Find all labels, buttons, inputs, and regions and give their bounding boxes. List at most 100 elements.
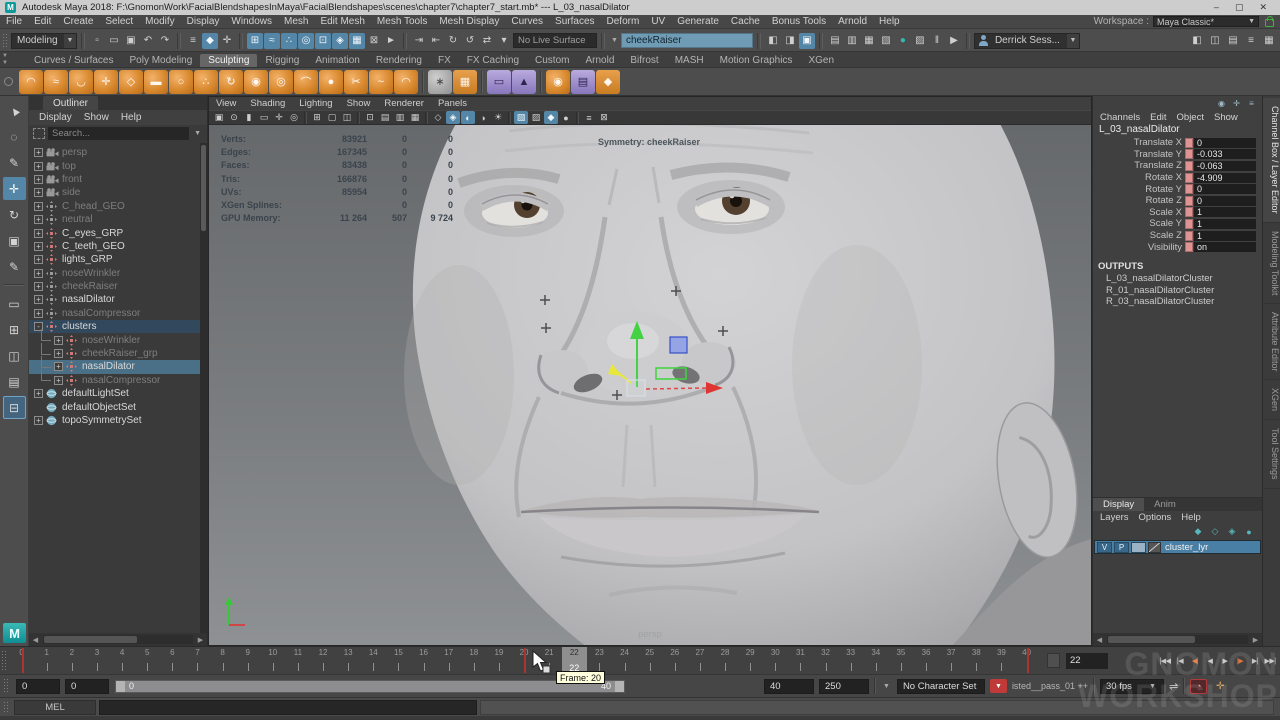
channel-value-field[interactable]: on <box>1194 242 1256 252</box>
textured-icon[interactable]: ◐ <box>461 111 475 124</box>
relax-tool-icon[interactable]: ◡ <box>69 70 93 94</box>
frame-23[interactable]: 23 <box>587 647 612 674</box>
range-start-handle[interactable] <box>116 681 125 692</box>
channel-value-field[interactable]: 0 <box>1194 196 1256 206</box>
frame-30[interactable]: 30 <box>763 647 788 674</box>
menu-edit[interactable]: Edit <box>28 16 57 27</box>
gear-diamond-icon[interactable]: ◆ <box>596 70 620 94</box>
wireframe-icon[interactable]: ◇ <box>431 111 445 124</box>
shelf-tab-rigging[interactable]: Rigging <box>257 54 307 67</box>
menu-mesh[interactable]: Mesh <box>278 16 314 27</box>
command-language-button[interactable]: MEL <box>14 700 96 715</box>
frame-10[interactable]: 10 <box>260 647 285 674</box>
output-item-r-01-nasaldilatorcluster[interactable]: R_01_nasalDilatorCluster <box>1093 285 1262 297</box>
channel-object-name[interactable]: L_03_nasalDilator <box>1093 124 1262 137</box>
frame-38[interactable]: 38 <box>964 647 989 674</box>
frame-12[interactable]: 12 <box>311 647 336 674</box>
live-surface-field[interactable]: No Live Surface <box>513 33 597 48</box>
scroll-right-icon[interactable]: ▶ <box>194 633 207 646</box>
expander-icon[interactable]: + <box>34 148 43 157</box>
keyed-channel-indicator[interactable] <box>1185 196 1193 206</box>
attribute-editor-toggle-icon[interactable]: ◧ <box>1189 33 1205 49</box>
move-layer-down-icon[interactable]: ◇ <box>1208 525 1222 538</box>
keyed-channel-indicator[interactable] <box>1185 149 1193 159</box>
play-viewport-icon[interactable]: ▶ <box>946 33 962 49</box>
frame-39[interactable]: 39 <box>989 647 1014 674</box>
shelf-tab-motion-graphics[interactable]: Motion Graphics <box>712 54 801 67</box>
outliner-tab[interactable]: Outliner <box>43 96 98 110</box>
outliner-item-defaultlightset[interactable]: +defaultLightSet <box>29 387 200 400</box>
multisample-icon[interactable]: ● <box>559 111 573 124</box>
render-icon[interactable]: ▤ <box>827 33 843 49</box>
chevron-down-icon[interactable]: ▼ <box>192 130 203 137</box>
expander-icon[interactable]: + <box>54 336 63 345</box>
outliner-menu-help[interactable]: Help <box>115 112 148 123</box>
frame-21[interactable]: 21 <box>537 647 562 674</box>
go-to-start-button[interactable]: |◀◀ <box>1158 652 1172 669</box>
repeat-tool-icon[interactable]: ↻ <box>219 70 243 94</box>
pan-zoom-icon[interactable]: ✛ <box>272 111 286 124</box>
shelf-tab-fx-caching[interactable]: FX Caching <box>459 54 527 67</box>
expander-icon[interactable]: + <box>54 349 63 358</box>
range-slider-track[interactable]: 0 40 <box>114 679 626 694</box>
channel-value-field[interactable]: 1 <box>1194 207 1256 217</box>
shelf-tab-rendering[interactable]: Rendering <box>368 54 430 67</box>
cards-icon[interactable]: ▤ <box>571 70 595 94</box>
make-live-icon[interactable]: ◈ <box>332 33 348 49</box>
expander-icon[interactable]: + <box>54 362 63 371</box>
sidebar-tab-modeling-toolkit[interactable]: Modeling Toolkit <box>1263 223 1280 304</box>
resolution-gate-icon[interactable]: ◫ <box>340 111 354 124</box>
frame-16[interactable]: 16 <box>411 647 436 674</box>
current-time-field[interactable]: 22 <box>1066 653 1108 669</box>
scale-tool-icon[interactable]: ▣ <box>3 229 26 252</box>
layer-row-cluster-lyr[interactable]: V P cluster_lyr <box>1094 540 1261 554</box>
menu-deform[interactable]: Deform <box>601 16 646 27</box>
outliner-item-nasaldilator[interactable]: +nasalDilator <box>29 293 200 306</box>
drag-handle[interactable] <box>2 33 9 48</box>
channel-menu-show[interactable]: Show <box>1209 112 1243 123</box>
menu-create[interactable]: Create <box>57 16 99 27</box>
output-item-r-03-nasaldilatorcluster[interactable]: R_03_nasalDilatorCluster <box>1093 296 1262 308</box>
viewport-canvas[interactable]: Verts:8392100Edges:16734500Faces:8343800… <box>209 125 1091 645</box>
frame-2[interactable]: 2 <box>59 647 84 674</box>
render-snapshot-icon[interactable]: ◨ <box>782 33 798 49</box>
viewport-panel[interactable]: ViewShadingLightingShowRendererPanels ▣⊙… <box>208 96 1092 646</box>
playback-start-field[interactable]: 0 <box>65 679 109 694</box>
shelf-tab-custom[interactable]: Custom <box>527 54 577 67</box>
panel-menu-view[interactable]: View <box>209 98 243 109</box>
frame-40[interactable]: 40 <box>1014 647 1039 674</box>
frame-6[interactable]: 6 <box>160 647 185 674</box>
shelf-tab-mash[interactable]: MASH <box>667 54 712 67</box>
channel-value-field[interactable]: 1 <box>1194 219 1256 229</box>
shelf-tab-xgen[interactable]: XGen <box>800 54 842 67</box>
show-manipulator-icon[interactable]: ◉ <box>1215 98 1228 110</box>
frame-35[interactable]: 35 <box>888 647 913 674</box>
sculpt-layer-icon[interactable]: ◉ <box>546 70 570 94</box>
quick-selection-input[interactable]: cheekRaiser <box>621 33 753 48</box>
outliner-item-front[interactable]: +front <box>29 173 200 186</box>
step-forward-frame-button[interactable]: ▶| <box>1248 652 1262 669</box>
animation-end-field[interactable]: 250 <box>819 679 869 694</box>
gate-mask-icon[interactable]: ⊡ <box>363 111 377 124</box>
layer-visible-toggle[interactable]: V <box>1097 542 1112 553</box>
select-component-icon[interactable]: ✛ <box>219 33 235 49</box>
frame-28[interactable]: 28 <box>713 647 738 674</box>
layer-menu-layers[interactable]: Layers <box>1095 512 1134 523</box>
animation-preferences-icon[interactable]: ✛ <box>1212 681 1228 692</box>
menu-bonus-tools[interactable]: Bonus Tools <box>766 16 832 27</box>
channel-value-field[interactable]: 0 <box>1194 138 1256 148</box>
motion-blur-icon[interactable]: ◆ <box>544 111 558 124</box>
outliner-search-input[interactable]: Search... <box>48 127 189 140</box>
channel-menu-object[interactable]: Object <box>1172 112 1209 123</box>
open-scene-icon[interactable]: ▭ <box>106 33 122 49</box>
scroll-right-icon[interactable]: ▶ <box>1249 633 1262 646</box>
keyed-channel-indicator[interactable] <box>1185 207 1193 217</box>
menu-uv[interactable]: UV <box>645 16 671 27</box>
new-scene-icon[interactable]: ▫ <box>89 33 105 49</box>
menu-mesh-tools[interactable]: Mesh Tools <box>371 16 433 27</box>
input-connections-icon[interactable]: ⇥ <box>411 33 427 49</box>
channel-value-field[interactable]: -4.909 <box>1194 173 1256 183</box>
last-tool-icon[interactable]: ✎ <box>3 255 26 278</box>
new-empty-layer-icon[interactable]: ◈ <box>1225 525 1239 538</box>
outliner-item-c-teeth-geo[interactable]: +C_teeth_GEO <box>29 240 200 253</box>
